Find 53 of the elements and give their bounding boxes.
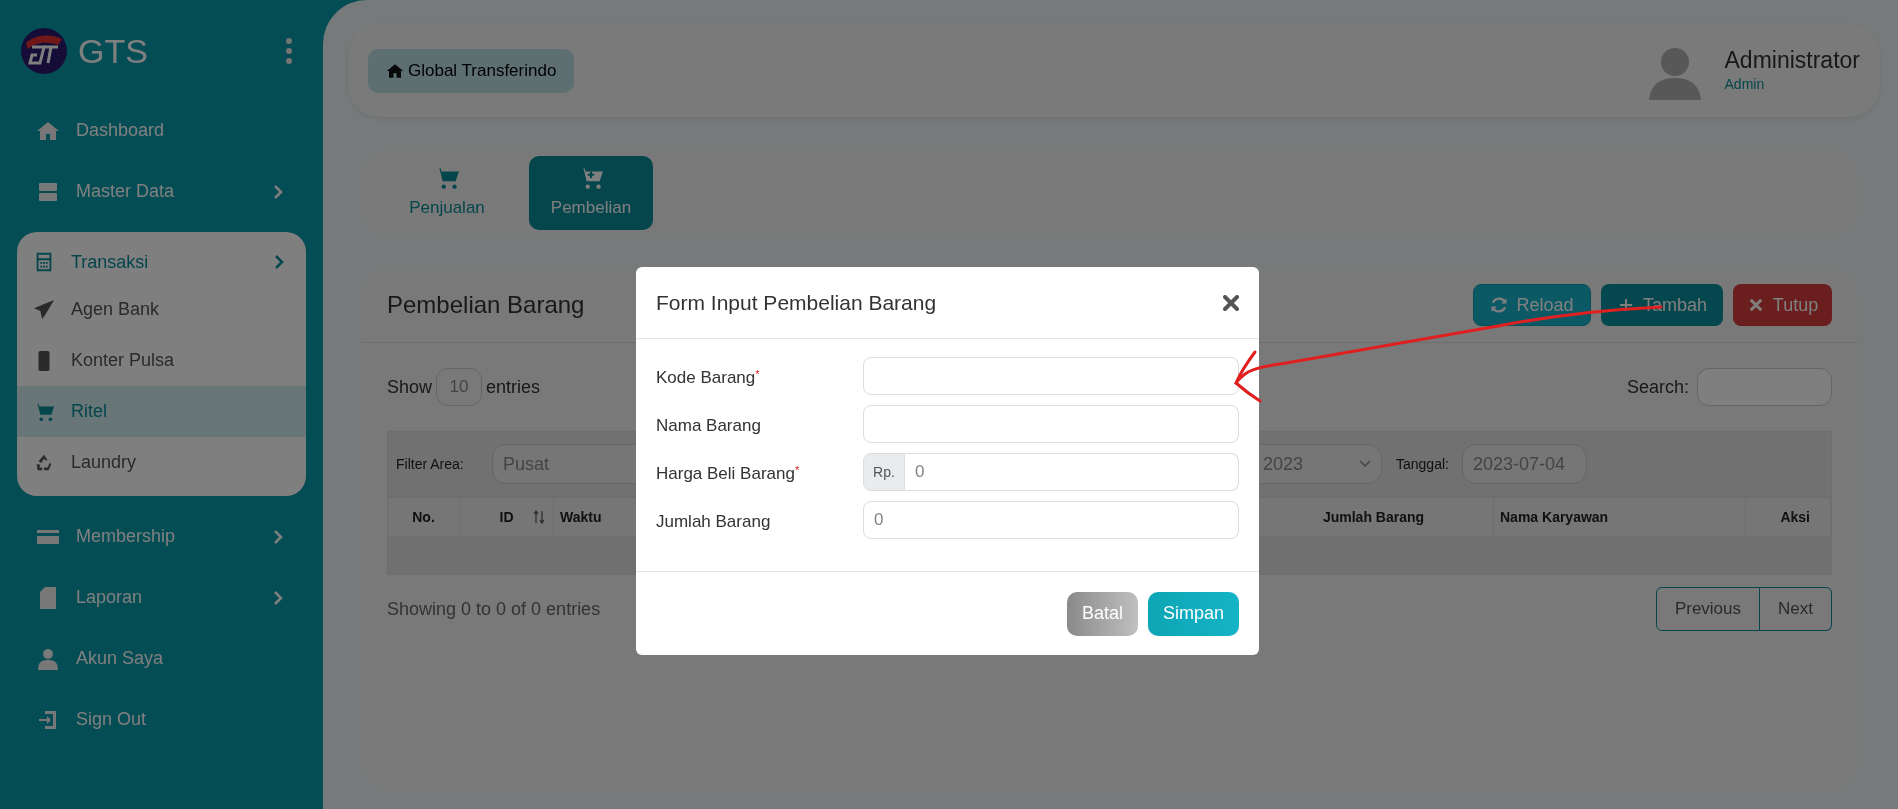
show-label: Show <box>387 375 433 399</box>
input-field[interactable]: 0 <box>905 453 1239 491</box>
pagination-button[interactable]: Previous <box>1655 587 1761 631</box>
search-label: Search: <box>1626 375 1689 399</box>
pagination-button[interactable]: Next <box>1760 587 1832 631</box>
reload-button[interactable]: Reload <box>1473 284 1591 326</box>
menu-item[interactable]: Master Data <box>0 161 323 222</box>
sort-icon <box>533 510 545 524</box>
entries-label: entries <box>486 375 541 399</box>
save-button[interactable]: Simpan <box>1148 591 1239 636</box>
field-label: Nama Barang <box>656 415 762 437</box>
add-button[interactable]: Tambah <box>1601 284 1723 326</box>
breadcrumb-button[interactable]: Global Transferindo <box>368 48 575 93</box>
column-header: Nama Karyawan <box>1494 498 1746 536</box>
input-field[interactable]: 0 <box>863 501 1239 539</box>
table-info: Showing 0 to 0 of 0 entries <box>387 597 601 621</box>
cancel-button[interactable]: Batal <box>1067 591 1138 636</box>
field-label: Kode Barang$^{*}$ <box>656 366 761 389</box>
refresh-icon <box>1490 296 1509 314</box>
paper-plane-icon <box>33 298 55 321</box>
input-field[interactable] <box>863 357 1239 395</box>
menu-item[interactable]: Sign Out <box>0 689 323 750</box>
user-role: Admin <box>1724 75 1766 95</box>
submenu-item[interactable]: Ritel <box>17 386 306 437</box>
submenu-item[interactable]: Laundry <box>17 437 306 488</box>
column-header: ID <box>499 507 514 527</box>
user-icon <box>36 646 60 671</box>
column-header: No. <box>388 498 460 536</box>
menu-item[interactable]: Laporan <box>0 567 323 628</box>
column-header: Aksi <box>1746 498 1831 536</box>
brand-name: GTS <box>78 30 148 72</box>
logo-icon <box>20 27 68 75</box>
menu-item[interactable]: Transaksi <box>17 240 306 284</box>
menu-item[interactable]: Dashboard <box>0 100 323 161</box>
close-button[interactable]: Tutup <box>1733 284 1832 326</box>
close-icon[interactable] <box>1223 294 1239 311</box>
tab[interactable]: Pembelian <box>529 155 653 230</box>
panel-title: Pembelian Barang <box>387 290 585 320</box>
input-field[interactable] <box>863 405 1239 443</box>
filter-label: Tanggal: <box>1396 454 1450 474</box>
user-name: Administrator <box>1724 45 1860 75</box>
field-label: Jumlah Barang <box>656 511 772 533</box>
search-field[interactable] <box>1697 368 1832 406</box>
submenu-item[interactable]: Konter Pulsa <box>17 335 306 386</box>
menu-item[interactable]: Membership <box>0 506 323 567</box>
tab[interactable]: Penjualan <box>385 155 509 230</box>
filter-label: Filter Area: <box>396 454 465 474</box>
menu-item[interactable]: Akun Saya <box>0 628 323 689</box>
submenu-item[interactable]: Agen Bank <box>17 284 306 335</box>
currency-addon: Rp. <box>863 453 905 491</box>
more-vertical-icon <box>285 38 293 64</box>
modal-title: Form Input Pembelian Barang <box>656 289 937 316</box>
chevron-down-icon <box>1359 460 1371 468</box>
